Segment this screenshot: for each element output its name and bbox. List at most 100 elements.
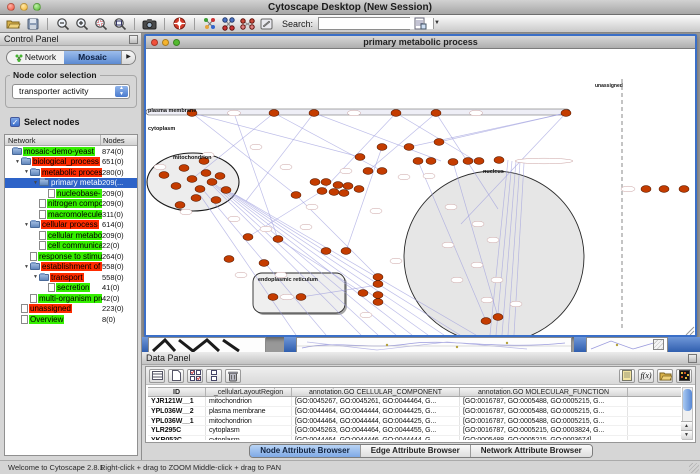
tree-expander-icon[interactable]: ▼ (32, 180, 39, 186)
tree-row[interactable]: ▼metabolic process280(0) (5, 167, 137, 178)
tree-row[interactable]: ▼primary metabo209(... (5, 178, 137, 189)
tab-network-attribute-browser[interactable]: Network Attribute Browser (471, 445, 592, 457)
tab-node-attribute-browser[interactable]: Node Attribute Browser (250, 445, 361, 457)
tree-row[interactable]: mosaic-demo-yeast874(0) (5, 146, 137, 157)
select-nodes-checkbox[interactable]: ✓ (10, 117, 20, 127)
attribute-notes-icon[interactable] (619, 369, 635, 383)
table-cell[interactable]: [GO:0016787, GO:0005488, GO:0005215, G..… (460, 397, 628, 406)
table-cell[interactable]: [GO:0045263, GO:0044464, GO:0044455, G..… (292, 426, 460, 435)
tab-network[interactable]: Network (7, 51, 64, 64)
search-dropdown-arrow-icon[interactable]: ▼ (433, 18, 440, 29)
layout-red-icon[interactable] (239, 16, 256, 31)
delete-attribute-trash-icon[interactable] (225, 369, 241, 383)
table-cell[interactable]: mitochondrion (206, 397, 292, 406)
column-header-cellular-component[interactable]: annotation.GO CELLULAR_COMPONENT (292, 388, 460, 396)
table-cell[interactable]: YPL036W__2 (148, 407, 206, 416)
open-file-icon[interactable] (5, 16, 22, 31)
tree-row[interactable]: cellular metabol209(0) (5, 230, 137, 241)
tree-row[interactable]: macromolecule311(0) (5, 209, 137, 220)
background-window-graph[interactable] (296, 337, 572, 352)
zoom-fit-icon[interactable] (111, 16, 128, 31)
new-attribute-icon[interactable] (168, 369, 184, 383)
table-row[interactable]: YPL036W__2plasma membrane[GO:0044464, GO… (148, 407, 681, 417)
table-cell[interactable]: cytoplasm (206, 426, 292, 435)
table-cell[interactable]: plasma membrane (206, 407, 292, 416)
window-resize-grip-icon[interactable] (689, 463, 699, 473)
tree-row[interactable]: Overview8(0) (5, 314, 137, 325)
table-cell[interactable]: mitochondrion (206, 417, 292, 426)
minimize-window-button[interactable] (20, 3, 28, 11)
table-cell[interactable]: [GO:0016787, GO:0005215, GO:0003824, G..… (460, 426, 628, 435)
vizmapper-icon[interactable] (201, 16, 218, 31)
table-cell[interactable]: [GO:0044464, GO:0044444, GO:0044425, G..… (292, 417, 460, 426)
netwin-close-button[interactable] (151, 39, 158, 46)
search-field[interactable]: ▼ (318, 17, 410, 30)
table-cell[interactable]: [GO:0044464, GO:0044444, GO:0044425, G..… (292, 407, 460, 416)
tree-expander-icon[interactable]: ▼ (23, 222, 30, 228)
background-window-edge[interactable] (284, 337, 296, 352)
tree-row[interactable]: ▼transport558(0) (5, 272, 137, 283)
tree-row[interactable]: ▼cellular process614(0) (5, 220, 137, 231)
snapshot-camera-icon[interactable] (141, 16, 158, 31)
table-row[interactable]: YPL036W__1mitochondrion[GO:0044464, GO:0… (148, 417, 681, 427)
unselect-attributes-icon[interactable] (206, 369, 222, 383)
scroll-down-icon[interactable]: ▼ (681, 430, 692, 439)
scroll-up-icon[interactable]: ▲ (681, 421, 692, 430)
tree-row[interactable]: ▼biological_process651(0) (5, 157, 137, 168)
table-cell[interactable]: YKR052C (148, 436, 206, 440)
column-header-id[interactable]: ID (148, 388, 206, 396)
table-cell[interactable]: [GO:0005488, GO:0005215, GO:0003674] (460, 436, 628, 440)
table-cell[interactable]: YLR295C (148, 426, 206, 435)
zoom-out-icon[interactable] (54, 16, 71, 31)
background-window-edge[interactable] (574, 337, 586, 352)
attribute-browser-icon[interactable] (412, 16, 429, 31)
tree-expander-icon[interactable]: ▼ (32, 274, 39, 280)
background-window-edge[interactable] (668, 337, 700, 352)
help-lifering-icon[interactable] (171, 16, 188, 31)
table-row[interactable]: YKR052Ccytoplasm[GO:0044464, GO:0044446,… (148, 436, 681, 440)
tab-overflow-arrow-icon[interactable]: ▶ (121, 51, 135, 64)
tree-row[interactable]: unassigned223(0) (5, 304, 137, 315)
zoom-in-icon[interactable] (73, 16, 90, 31)
table-cell[interactable]: YPL036W__1 (148, 417, 206, 426)
column-header-molecular-function[interactable]: annotation.GO MOLECULAR_FUNCTION (460, 388, 628, 396)
table-cell[interactable]: YJR121W__1 (148, 397, 206, 406)
import-attributes-icon[interactable] (657, 369, 673, 383)
table-cell[interactable]: [GO:0044464, GO:0044446, GO:0044444, G..… (292, 436, 460, 440)
save-icon[interactable] (24, 16, 41, 31)
tree-expander-icon[interactable]: ▼ (23, 264, 30, 270)
layout-blue-icon[interactable] (220, 16, 237, 31)
scrollbar-thumb[interactable] (683, 389, 692, 411)
matrix-view-icon[interactable] (676, 369, 692, 383)
data-panel-float-icon[interactable] (688, 354, 697, 363)
tab-mosaic[interactable]: Mosaic (64, 51, 121, 64)
table-row[interactable]: YJR121W__1mitochondrion[GO:0045267, GO:0… (148, 397, 681, 407)
tree-row[interactable]: cell communicat22(0) (5, 241, 137, 252)
table-row[interactable]: YLR295Ccytoplasm[GO:0045263, GO:0044464,… (148, 426, 681, 436)
tree-row[interactable]: nitrogen compo209(0) (5, 199, 137, 210)
tree-column-network[interactable]: Network (5, 135, 101, 145)
control-panel-float-icon[interactable] (129, 35, 138, 44)
function-builder-icon[interactable]: f(x) (638, 369, 654, 383)
tree-row[interactable]: multi-organism pro42(0) (5, 293, 137, 304)
network-view-window[interactable]: primary metabolic process plasma membran… (144, 34, 697, 337)
tree-row[interactable]: nucleobase-209(0) (5, 188, 137, 199)
resize-grip-icon[interactable] (653, 339, 664, 350)
tree-expander-icon[interactable]: ▼ (14, 159, 21, 165)
show-columns-icon[interactable] (149, 369, 165, 383)
table-cell[interactable]: [GO:0016787, GO:0005488, GO:0005215, G..… (460, 417, 628, 426)
close-window-button[interactable] (7, 3, 15, 11)
tree-expander-icon[interactable]: ▼ (23, 169, 30, 175)
zoom-window-button[interactable] (33, 3, 41, 11)
netwin-zoom-button[interactable] (173, 39, 180, 46)
column-header-region[interactable]: _cellularLayoutRegion (206, 388, 292, 396)
network-canvas[interactable]: plasma membranecytoplasmmitochondrionnuc… (146, 49, 695, 335)
netwin-minimize-button[interactable] (162, 39, 169, 46)
table-cell[interactable]: [GO:0016787, GO:0005488, GO:0005215, G..… (460, 407, 628, 416)
tree-row[interactable]: response to stimulu264(0) (5, 251, 137, 262)
background-window-zoomed[interactable] (148, 337, 266, 352)
table-cell[interactable]: cytoplasm (206, 436, 292, 440)
tab-edge-attribute-browser[interactable]: Edge Attribute Browser (361, 445, 471, 457)
table-cell[interactable]: [GO:0045267, GO:0045261, GO:0044464, G..… (292, 397, 460, 406)
tree-row[interactable]: secretion41(0) (5, 283, 137, 294)
